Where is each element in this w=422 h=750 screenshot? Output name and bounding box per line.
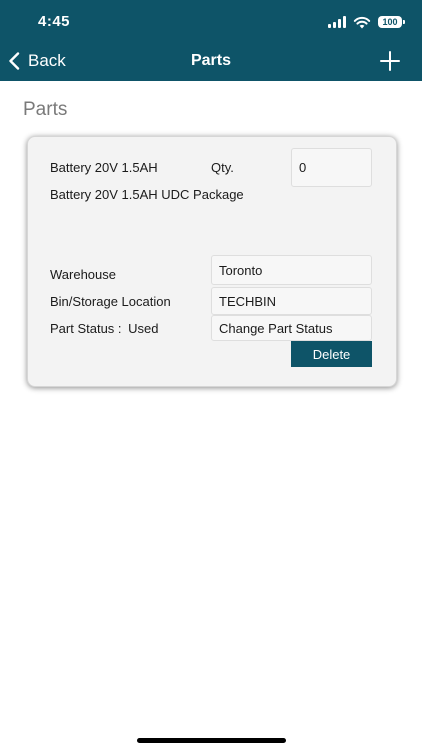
page-title: Parts (23, 99, 68, 120)
part-status: Part Status : Used (50, 321, 159, 336)
part-description: Battery 20V 1.5AH UDC Package (50, 187, 244, 202)
part-name: Battery 20V 1.5AH (50, 160, 158, 175)
status-indicators: 100 (328, 14, 405, 30)
bin-value: TECHBIN (219, 293, 277, 309)
bin-field[interactable]: TECHBIN (211, 287, 372, 315)
qty-input[interactable]: 0 (291, 148, 372, 187)
status-time: 4:45 (38, 13, 71, 30)
nav-title: Parts (190, 52, 232, 69)
battery-icon: 100 (378, 16, 405, 28)
plus-icon[interactable] (380, 51, 400, 71)
nav-bar: 4:45 100 Back Parts (0, 0, 422, 81)
change-part-status-button[interactable]: Change Part Status (211, 315, 372, 341)
cellular-signal-icon (328, 16, 346, 28)
wifi-icon (353, 16, 371, 28)
qty-value: 0 (299, 160, 307, 175)
qty-label: Qty. (211, 160, 234, 175)
warehouse-value: Toronto (219, 262, 263, 278)
part-card: Battery 20V 1.5AH Qty. 0 Battery 20V 1.5… (27, 136, 397, 387)
warehouse-label: Warehouse (50, 267, 116, 282)
warehouse-field[interactable]: Toronto (211, 255, 372, 285)
part-status-label: Part Status : (50, 321, 122, 336)
part-status-value: Used (128, 321, 159, 336)
change-part-status-label: Change Part Status (219, 320, 333, 336)
delete-button[interactable]: Delete (291, 341, 372, 367)
home-indicator (137, 738, 286, 743)
bin-label: Bin/Storage Location (50, 294, 171, 309)
